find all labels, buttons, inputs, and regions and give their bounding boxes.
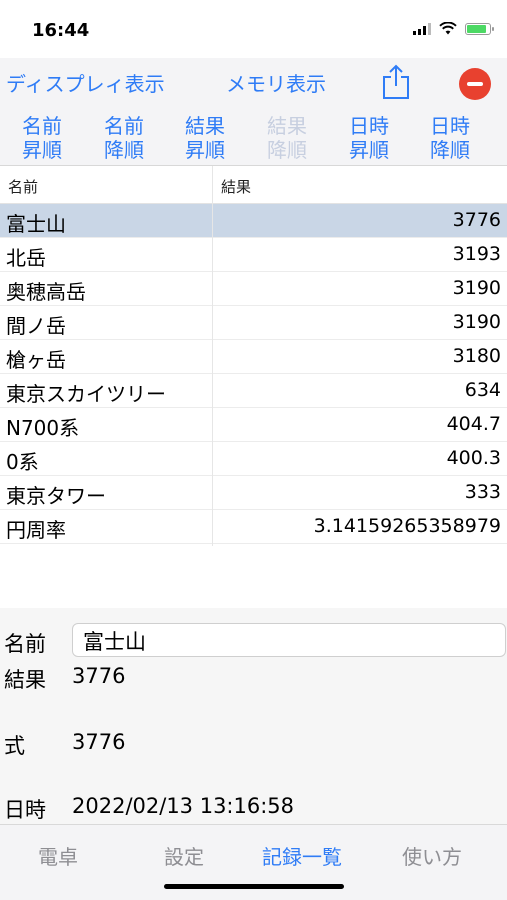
row-name: N700系 [6, 416, 80, 440]
sort-result-asc-button[interactable]: 結果 昇順 [175, 114, 235, 162]
sort-date-asc-button[interactable]: 日時 昇順 [339, 114, 399, 162]
detail-result-label: 結果 [4, 668, 46, 692]
column-header-result: 結果 [221, 178, 252, 196]
sort-date-desc-button[interactable]: 日時 降順 [420, 114, 480, 162]
row-value: 404.7 [446, 413, 501, 435]
name-field[interactable]: 富士山 [72, 623, 506, 657]
row-name: 東京スカイツリー [6, 382, 166, 406]
row-name: 間ノ岳 [6, 314, 66, 338]
row-value: 3776 [452, 209, 501, 231]
tab-record-list[interactable]: 記録一覧 [262, 841, 342, 870]
table-row[interactable]: N700系 404.7 [0, 408, 507, 442]
column-divider [212, 166, 213, 546]
record-list: 富士山 3776 北岳 3193 奥穂高岳 3190 間ノ岳 3190 槍ヶ岳 … [0, 204, 507, 544]
table-row[interactable]: 円周率 3.14159265358979 [0, 510, 507, 544]
table-header: 名前 結果 [0, 166, 507, 204]
row-value: 400.3 [446, 447, 501, 469]
table-row[interactable]: 間ノ岳 3190 [0, 306, 507, 340]
sort-bar: 名前 昇順 名前 降順 結果 昇順 結果 降順 日時 昇順 日時 降順 [0, 106, 507, 166]
display-button[interactable]: ディスプレィ表示 [6, 68, 165, 97]
memory-button[interactable]: メモリ表示 [226, 68, 326, 97]
status-icons [413, 22, 494, 35]
row-name: 0系 [6, 450, 39, 474]
row-name: 奥穂高岳 [6, 280, 86, 304]
row-value: 3193 [452, 243, 501, 265]
cellular-signal-icon [413, 22, 431, 35]
table-row[interactable]: 槍ヶ岳 3180 [0, 340, 507, 374]
sort-result-desc-button[interactable]: 結果 降順 [257, 114, 317, 162]
tab-calculator[interactable]: 電卓 [38, 841, 78, 870]
row-value: 634 [464, 379, 501, 401]
detail-panel: 名前 富士山 結果 3776 式 3776 日時 2022/02/13 13:1… [0, 608, 507, 824]
row-value: 3.14159265358979 [313, 515, 501, 537]
detail-datetime-value: 2022/02/13 13:16:58 [72, 794, 295, 818]
sort-name-asc-button[interactable]: 名前 昇順 [12, 114, 72, 162]
row-name: 富士山 [6, 212, 66, 236]
row-value: 3180 [452, 345, 501, 367]
row-value: 3190 [452, 277, 501, 299]
tab-how-to-use[interactable]: 使い方 [402, 841, 462, 870]
table-row[interactable]: 東京タワー 333 [0, 476, 507, 510]
row-value: 333 [464, 481, 501, 503]
tab-settings[interactable]: 設定 [164, 841, 204, 870]
row-name: 北岳 [6, 246, 46, 270]
detail-result-value: 3776 [72, 664, 126, 688]
status-time: 16:44 [32, 20, 90, 41]
home-indicator [164, 884, 344, 889]
detail-formula-value: 3776 [72, 730, 126, 754]
table-row[interactable]: 北岳 3193 [0, 238, 507, 272]
top-toolbar: ディスプレィ表示 メモリ表示 [0, 58, 507, 106]
wifi-icon [439, 22, 457, 35]
table-row[interactable]: 奥穂高岳 3190 [0, 272, 507, 306]
minus-circle-icon[interactable] [459, 68, 491, 100]
sort-name-desc-button[interactable]: 名前 降順 [94, 114, 154, 162]
status-bar: 16:44 [0, 0, 507, 58]
detail-formula-label: 式 [4, 734, 25, 758]
row-name: 槍ヶ岳 [6, 348, 66, 372]
detail-name-label: 名前 [4, 632, 46, 656]
share-icon[interactable] [381, 64, 411, 100]
table-row[interactable]: 0系 400.3 [0, 442, 507, 476]
row-name: 円周率 [6, 518, 66, 542]
row-value: 3190 [452, 311, 501, 333]
battery-icon [465, 22, 494, 35]
table-row[interactable]: 富士山 3776 [0, 204, 507, 238]
column-header-name: 名前 [8, 178, 39, 196]
table-row[interactable]: 東京スカイツリー 634 [0, 374, 507, 408]
row-name: 東京タワー [6, 484, 106, 508]
detail-datetime-label: 日時 [4, 798, 46, 822]
